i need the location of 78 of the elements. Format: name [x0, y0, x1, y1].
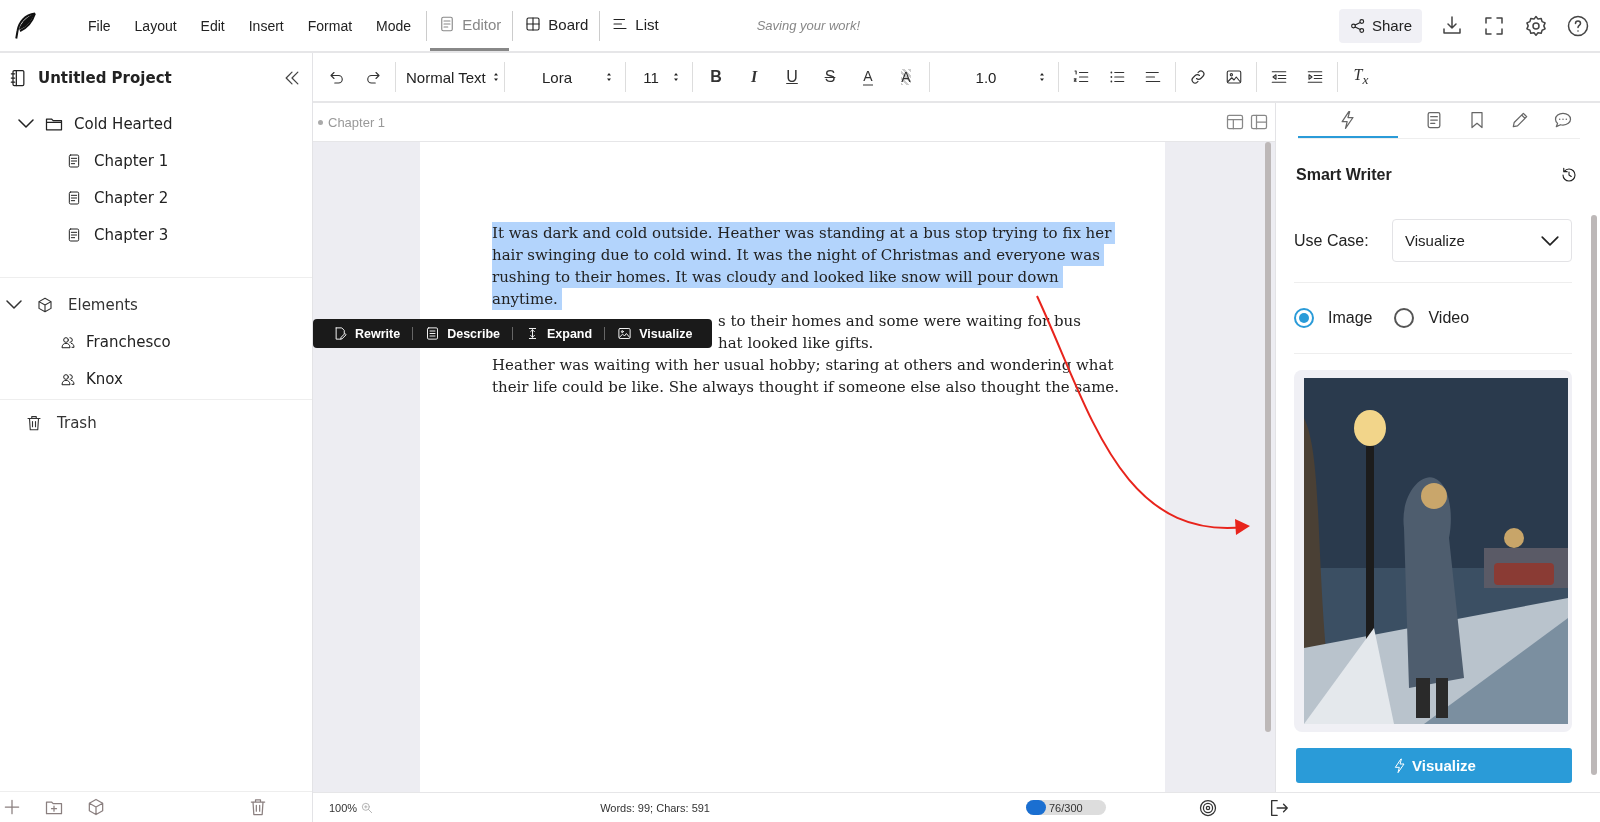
add-button[interactable] [2, 797, 22, 817]
layout-icon[interactable] [1225, 112, 1245, 132]
document-icon [425, 326, 441, 341]
radio-label[interactable]: Video [1428, 309, 1470, 327]
trash-item[interactable]: Trash [57, 413, 97, 432]
project-title: Untitled Project [38, 69, 172, 87]
font-select[interactable]: Lora [509, 62, 621, 92]
use-case-select[interactable]: Visualize [1392, 219, 1572, 262]
paragraph-line: hat looked like gifts. [718, 334, 874, 352]
tree-item[interactable]: Chapter 1 [94, 151, 169, 170]
element-item[interactable]: Knox [86, 369, 123, 388]
settings-icon [1524, 13, 1548, 38]
radio-button[interactable] [1394, 308, 1415, 328]
menu-item[interactable]: Mode [364, 0, 424, 51]
underline-button[interactable]: U [773, 62, 811, 92]
element-item[interactable]: Franchesco [86, 332, 171, 351]
tree-item[interactable]: Cold Hearted [74, 114, 173, 133]
image-icon [617, 326, 633, 341]
cube-icon [36, 295, 54, 314]
progress-reading: 76/300 [1049, 801, 1083, 814]
indent-icon [1306, 68, 1324, 86]
scrollbar[interactable] [1591, 215, 1597, 775]
image-icon [1225, 68, 1243, 86]
tree-item[interactable]: Chapter 2 [94, 188, 169, 207]
line-spacing-select[interactable]: 1.0 [934, 62, 1054, 92]
clear-format-button[interactable]: T$_{x}$ [1342, 62, 1380, 92]
settings-button[interactable] [1524, 13, 1548, 38]
chevron-icon[interactable] [18, 119, 34, 128]
document-icon [66, 152, 82, 169]
trash-icon [248, 797, 268, 817]
popup-action[interactable]: Visualize [605, 326, 705, 341]
zoom-level: 100% [329, 801, 358, 814]
radio-button[interactable] [1294, 308, 1314, 328]
menu-item[interactable]: Insert [236, 0, 296, 51]
grid-icon [524, 15, 543, 33]
menu-item[interactable]: Edit [188, 0, 237, 51]
highlight-button[interactable]: A [887, 62, 925, 92]
share-icon [1348, 16, 1367, 35]
help-icon [1566, 13, 1590, 38]
document-icon [66, 189, 82, 206]
document-icon [66, 226, 82, 243]
scrollbar[interactable] [1265, 142, 1271, 732]
menu-item[interactable]: Layout [122, 0, 189, 51]
popup-action[interactable]: Expand [512, 326, 605, 341]
menu-item[interactable]: File [76, 0, 123, 51]
font-size-select[interactable]: 11 [630, 62, 688, 92]
panel-title: Smart Writer [1296, 166, 1392, 184]
link-icon [1189, 68, 1207, 86]
radio-label[interactable]: Image [1328, 309, 1373, 327]
new-element-button[interactable] [86, 797, 106, 817]
text-style-select[interactable]: Normal Text [400, 62, 500, 92]
word-count: Words: 99; Chars: 591 [600, 801, 710, 814]
cube-icon [86, 797, 106, 817]
popup-action[interactable]: Rewrite [321, 326, 413, 341]
trash-icon [25, 413, 43, 432]
share-button[interactable]: Share [1338, 8, 1422, 43]
history-icon[interactable] [1560, 166, 1578, 184]
plus-icon [2, 797, 22, 817]
layout-icon[interactable] [1249, 112, 1269, 132]
chevron-icon[interactable] [6, 300, 22, 309]
view-tab[interactable]: Board [516, 0, 597, 51]
outdent-icon [1270, 68, 1288, 86]
bold-button[interactable]: B [697, 62, 735, 92]
save-status: Saving your work! [756, 18, 860, 33]
italic-button[interactable]: I [735, 62, 773, 92]
view-tab[interactable]: List [603, 0, 667, 51]
pen-page-icon [333, 326, 348, 341]
delete-button[interactable] [248, 797, 268, 817]
section-title[interactable]: Elements [68, 295, 138, 314]
target-icon[interactable] [1198, 797, 1218, 818]
menu-item[interactable]: Format [295, 0, 365, 51]
chevron-icon [1541, 235, 1559, 246]
strikethrough-button[interactable]: S [811, 62, 849, 92]
popup-action[interactable]: Describe [413, 326, 512, 341]
text-color-button[interactable]: A [849, 62, 887, 92]
help-button[interactable] [1566, 13, 1590, 38]
tree-item[interactable]: Chapter 3 [94, 225, 169, 244]
field-label: Use Case: [1294, 231, 1369, 250]
